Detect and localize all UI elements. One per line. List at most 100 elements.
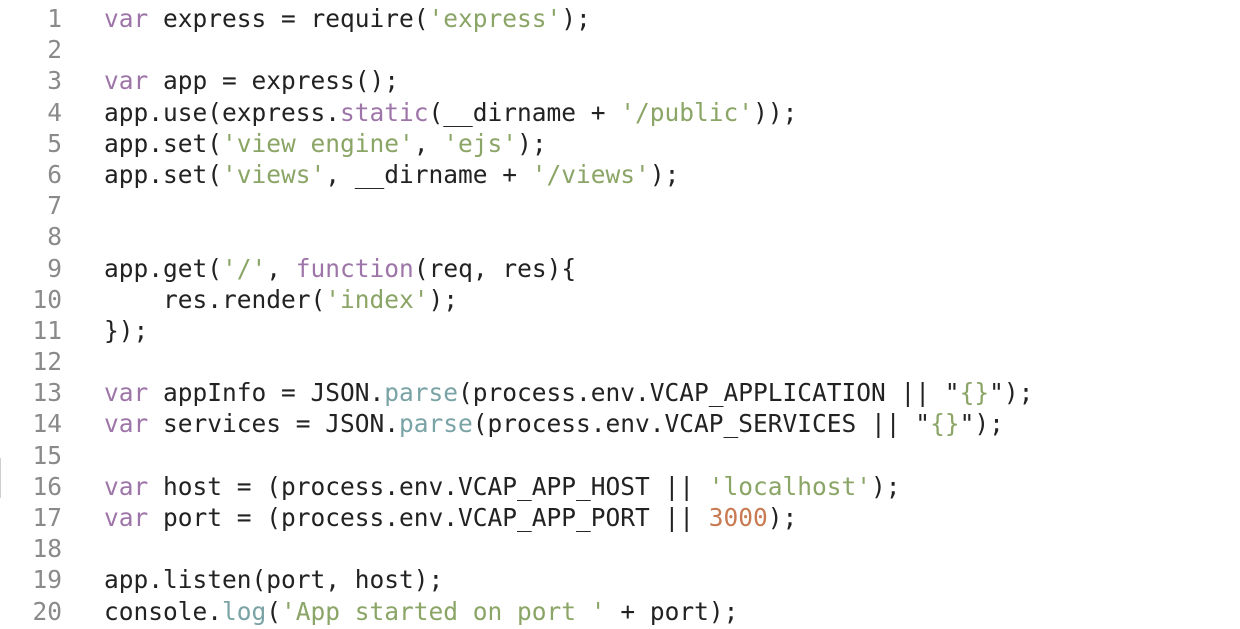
token-text: (req, res){ <box>413 253 577 283</box>
code-text: var app = express(); <box>104 65 399 96</box>
token-text: (process.env.VCAP_SERVICES || " <box>472 409 931 439</box>
token-string: {} <box>959 378 990 408</box>
token-text: )); <box>753 97 798 127</box>
edit-marker <box>0 458 1 498</box>
line-number: 18 <box>32 534 62 564</box>
token-text: res.render( <box>104 284 326 314</box>
code-line[interactable]: 4 app.use(express.static(__dirname + '/pu… <box>0 97 1240 128</box>
line-number: 15 <box>32 440 62 470</box>
token-string: '/public' <box>620 97 754 127</box>
token-text: }); <box>104 315 149 345</box>
code-line[interactable]: 3 var app = express(); <box>0 65 1240 96</box>
code-line[interactable]: 16 var host = (process.env.VCAP_APP_HOST … <box>0 471 1240 502</box>
line-number: 19 <box>32 565 62 595</box>
token-string: '/views' <box>531 159 650 189</box>
code-line[interactable]: 13 var appInfo = JSON.parse(process.env.V… <box>0 377 1240 408</box>
token-method: parse <box>384 378 459 408</box>
code-line[interactable]: 15 <box>0 440 1240 471</box>
token-number: 3000 <box>708 503 768 532</box>
token-text: ); <box>649 159 680 189</box>
code-editor[interactable]: 1 var express = require('express'); 2 3 var … <box>0 3 1240 627</box>
line-number: 7 <box>47 191 62 221</box>
code-text: var services = JSON.parse(process.env.VC… <box>104 408 1004 439</box>
token-text: app.set( <box>104 159 223 189</box>
token-string: 'index' <box>325 284 429 314</box>
token-method: log <box>222 596 267 626</box>
token-method: parse <box>399 409 473 439</box>
token-keyword: static <box>340 97 429 127</box>
code-line[interactable]: 10 res.render('index'); <box>0 284 1240 315</box>
line-number: 13 <box>32 378 62 408</box>
token-text: app = express(); <box>148 66 400 96</box>
token-text: , <box>413 128 444 158</box>
token-text: "); <box>959 409 1004 439</box>
line-number: 6 <box>47 159 62 189</box>
token-text: console. <box>104 596 223 626</box>
line-number: 1 <box>47 4 62 33</box>
code-text: app.listen(port, host); <box>104 564 443 595</box>
token-string: 'views' <box>222 159 326 189</box>
token-text: services = JSON. <box>148 409 400 439</box>
code-text: console.log('App started on port ' + por… <box>104 596 738 627</box>
code-text: app.get('/', function(req, res){ <box>104 253 576 284</box>
token-keyword: var <box>104 409 149 439</box>
code-text: var express = require('express'); <box>104 3 591 34</box>
token-text: "); <box>989 378 1034 408</box>
code-line[interactable]: 9 app.get('/', function(req, res){ <box>0 253 1240 284</box>
token-text: (__dirname + <box>428 97 621 127</box>
token-text: express = require( <box>148 4 429 33</box>
token-text: app.listen(port, host); <box>104 565 444 595</box>
token-string: 'view engine' <box>222 128 414 158</box>
line-number: 10 <box>32 284 62 314</box>
token-keyword: var <box>104 503 149 532</box>
line-number: 2 <box>47 35 62 65</box>
code-line[interactable]: 6 app.set('views', __dirname + '/views'); <box>0 159 1240 190</box>
code-line[interactable]: 18 <box>0 533 1240 564</box>
code-line[interactable]: 5 app.set('view engine', 'ejs'); <box>0 128 1240 159</box>
token-string: 'express' <box>428 4 562 33</box>
code-text: var port = (process.env.VCAP_APP_PORT ||… <box>104 502 797 533</box>
code-line[interactable]: 2 <box>0 34 1240 65</box>
code-line[interactable]: 11}); <box>0 315 1240 346</box>
token-text: app.use(express. <box>104 97 341 127</box>
code-text: res.render('index'); <box>104 284 458 315</box>
token-string: 'ejs' <box>443 128 518 158</box>
token-text: ); <box>517 128 547 158</box>
code-line[interactable]: 12 <box>0 346 1240 377</box>
code-text: var appInfo = JSON.parse(process.env.VCA… <box>104 377 1033 408</box>
line-number: 14 <box>32 409 62 439</box>
code-line[interactable]: 7 <box>0 190 1240 221</box>
code-line[interactable]: 19 app.listen(port, host); <box>0 564 1240 595</box>
code-text: app.set('view engine', 'ejs'); <box>104 128 547 159</box>
line-number: 5 <box>47 128 62 158</box>
token-string: {} <box>930 409 960 439</box>
line-number: 8 <box>47 222 62 252</box>
token-text: , __dirname + <box>325 159 532 189</box>
line-number: 4 <box>47 97 62 127</box>
token-keyword: var <box>104 66 149 96</box>
line-number: 9 <box>47 253 62 283</box>
token-string: '/' <box>222 253 267 283</box>
token-keyword: var <box>104 4 149 33</box>
code-text: app.use(express.static(__dirname + '/pub… <box>104 97 797 128</box>
token-text: , <box>266 253 296 283</box>
line-number: 20 <box>32 596 62 626</box>
code-line[interactable]: 20 console.log('App started on port ' + p… <box>0 596 1240 627</box>
code-line[interactable]: 14 var services = JSON.parse(process.env.… <box>0 408 1240 439</box>
token-text: host = (process.env.VCAP_APP_HOST || <box>148 471 709 501</box>
token-text: ); <box>871 471 901 501</box>
token-text: ); <box>767 503 798 532</box>
code-line[interactable]: 17 var port = (process.env.VCAP_APP_PORT … <box>0 502 1240 533</box>
token-text: appInfo = JSON. <box>148 378 385 408</box>
token-string: 'App started on port ' <box>281 596 606 626</box>
code-line[interactable]: 8 <box>0 221 1240 252</box>
token-keyword: var <box>104 378 149 408</box>
line-number: 3 <box>47 66 62 96</box>
token-keyword: var <box>104 471 149 501</box>
line-number: 11 <box>32 315 62 345</box>
line-number: 12 <box>32 347 62 377</box>
token-text: + port); <box>605 596 739 626</box>
line-number: 17 <box>32 503 62 532</box>
token-text: ( <box>266 596 282 626</box>
code-line[interactable]: 1 var express = require('express'); <box>0 3 1240 34</box>
